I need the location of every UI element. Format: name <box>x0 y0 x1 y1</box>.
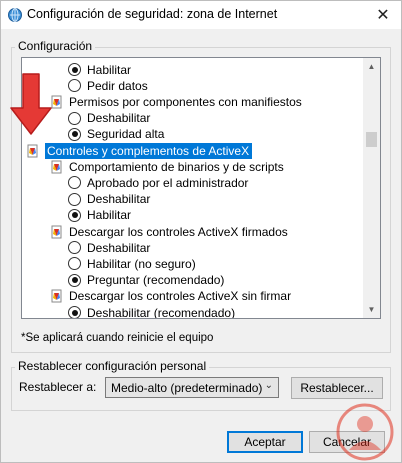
settings-tree[interactable]: Habilitar Pedir datos Permisos por compone… <box>21 57 381 319</box>
chevron-down-icon: ▼ <box>367 305 376 314</box>
tree-category: Controles y complementos de ActiveX <box>26 142 253 159</box>
reset-to-label: Restablecer a: <box>19 380 97 394</box>
security-settings-dialog: Configuración de seguridad: zona de Inte… <box>0 0 402 463</box>
tree-row-label: Deshabilitar <box>87 192 151 207</box>
tree-row-label: Deshabilitar <box>87 240 151 255</box>
radio-option[interactable]: Preguntar (recomendado) <box>68 272 224 289</box>
tree-setting-node: Comportamiento de binarios y de scripts <box>50 158 284 175</box>
tree-scrollbar[interactable]: ▲ ▼ <box>363 58 380 318</box>
tree-row-label: Preguntar (recomendado) <box>87 273 225 288</box>
radio-option[interactable]: Deshabilitar (recomendado) <box>68 304 236 319</box>
watermark-logo-icon <box>336 403 394 461</box>
radio-unchecked[interactable] <box>68 257 81 271</box>
tree-row-label: Aprobado por el administrador <box>87 175 249 190</box>
restart-note: *Se aplicará cuando reinicie el equipo <box>21 332 214 344</box>
reset-level-select[interactable]: Medio-alto (predeterminado) ⌄ <box>105 377 279 398</box>
ok-button[interactable]: Aceptar <box>227 431 303 453</box>
radio-option[interactable]: Deshabilitar <box>68 191 150 208</box>
close-button[interactable]: ✕ <box>365 1 401 29</box>
activex-node-icon <box>51 289 62 303</box>
reset-group-legend: Restablecer configuración personal <box>15 359 210 373</box>
radio-option[interactable]: Aprobado por el administrador <box>68 174 248 191</box>
tree-row-label: Seguridad alta <box>87 127 165 142</box>
radio-option[interactable]: Deshabilitar <box>68 239 150 256</box>
title-bar: Configuración de seguridad: zona de Inte… <box>1 1 401 29</box>
tree-row-label: Comportamiento de binarios y de scripts <box>69 159 284 174</box>
activex-category-icon <box>27 144 38 157</box>
tree-row-label: Deshabilitar <box>87 111 151 126</box>
tree-row-label-selected: Controles y complementos de ActiveX <box>45 142 253 159</box>
tree-setting-node: Descargar los controles ActiveX firmados <box>50 223 288 240</box>
settings-tree-content: Habilitar Pedir datos Permisos por compone… <box>22 58 363 318</box>
annotation-arrow-icon <box>10 73 52 135</box>
radio-option[interactable]: Seguridad alta <box>68 126 164 143</box>
tree-row-label: Descargar los controles ActiveX firmados <box>69 224 288 239</box>
reset-level-value: Medio-alto (predeterminado) <box>111 380 263 395</box>
radio-option[interactable]: Habilitar (no seguro) <box>68 255 196 272</box>
settings-group-legend: Configuración <box>15 39 96 53</box>
scroll-thumb[interactable] <box>366 132 377 147</box>
radio-checked[interactable] <box>68 208 81 222</box>
ok-button-label: Aceptar <box>244 435 286 449</box>
radio-option[interactable]: Habilitar <box>68 207 131 224</box>
tree-row-label: Habilitar (no seguro) <box>87 256 196 271</box>
reset-button-label: Restablecer... <box>300 381 374 395</box>
radio-checked[interactable] <box>68 273 81 287</box>
radio-unchecked[interactable] <box>68 176 81 190</box>
tree-setting-node: Permisos por componentes con manifiestos <box>50 93 302 110</box>
tree-row-label: Habilitar <box>87 62 132 77</box>
tree-row-label: Pedir datos <box>87 78 148 93</box>
radio-unchecked[interactable] <box>68 111 81 125</box>
tree-row-label: Deshabilitar (recomendado) <box>87 305 236 319</box>
scroll-up-button[interactable]: ▲ <box>363 58 380 75</box>
tree-row-label: Descargar los controles ActiveX sin firm… <box>69 289 292 304</box>
reset-button[interactable]: Restablecer... <box>291 377 383 399</box>
radio-checked[interactable] <box>68 127 81 141</box>
tree-setting-node: Descargar los controles ActiveX sin firm… <box>50 288 291 305</box>
radio-option[interactable]: Deshabilitar <box>68 110 150 127</box>
radio-unchecked[interactable] <box>68 192 81 206</box>
activex-node-icon <box>51 225 62 238</box>
radio-option[interactable]: Pedir datos <box>68 77 148 94</box>
radio-option[interactable]: Habilitar <box>68 61 131 78</box>
tree-row-label: Permisos por componentes con manifiestos <box>69 94 302 109</box>
internet-options-icon <box>8 8 22 22</box>
radio-checked[interactable] <box>68 63 81 76</box>
scroll-down-button[interactable]: ▼ <box>363 301 380 318</box>
radio-unchecked[interactable] <box>68 79 81 93</box>
window-title: Configuración de seguridad: zona de Inte… <box>27 7 278 21</box>
tree-row-label: Habilitar <box>87 208 132 223</box>
close-icon: ✕ <box>376 7 390 24</box>
chevron-up-icon: ▲ <box>367 62 376 71</box>
chevron-down-icon: ⌄ <box>264 380 273 391</box>
radio-checked[interactable] <box>68 306 81 318</box>
radio-unchecked[interactable] <box>68 241 81 255</box>
activex-node-icon <box>51 160 62 174</box>
